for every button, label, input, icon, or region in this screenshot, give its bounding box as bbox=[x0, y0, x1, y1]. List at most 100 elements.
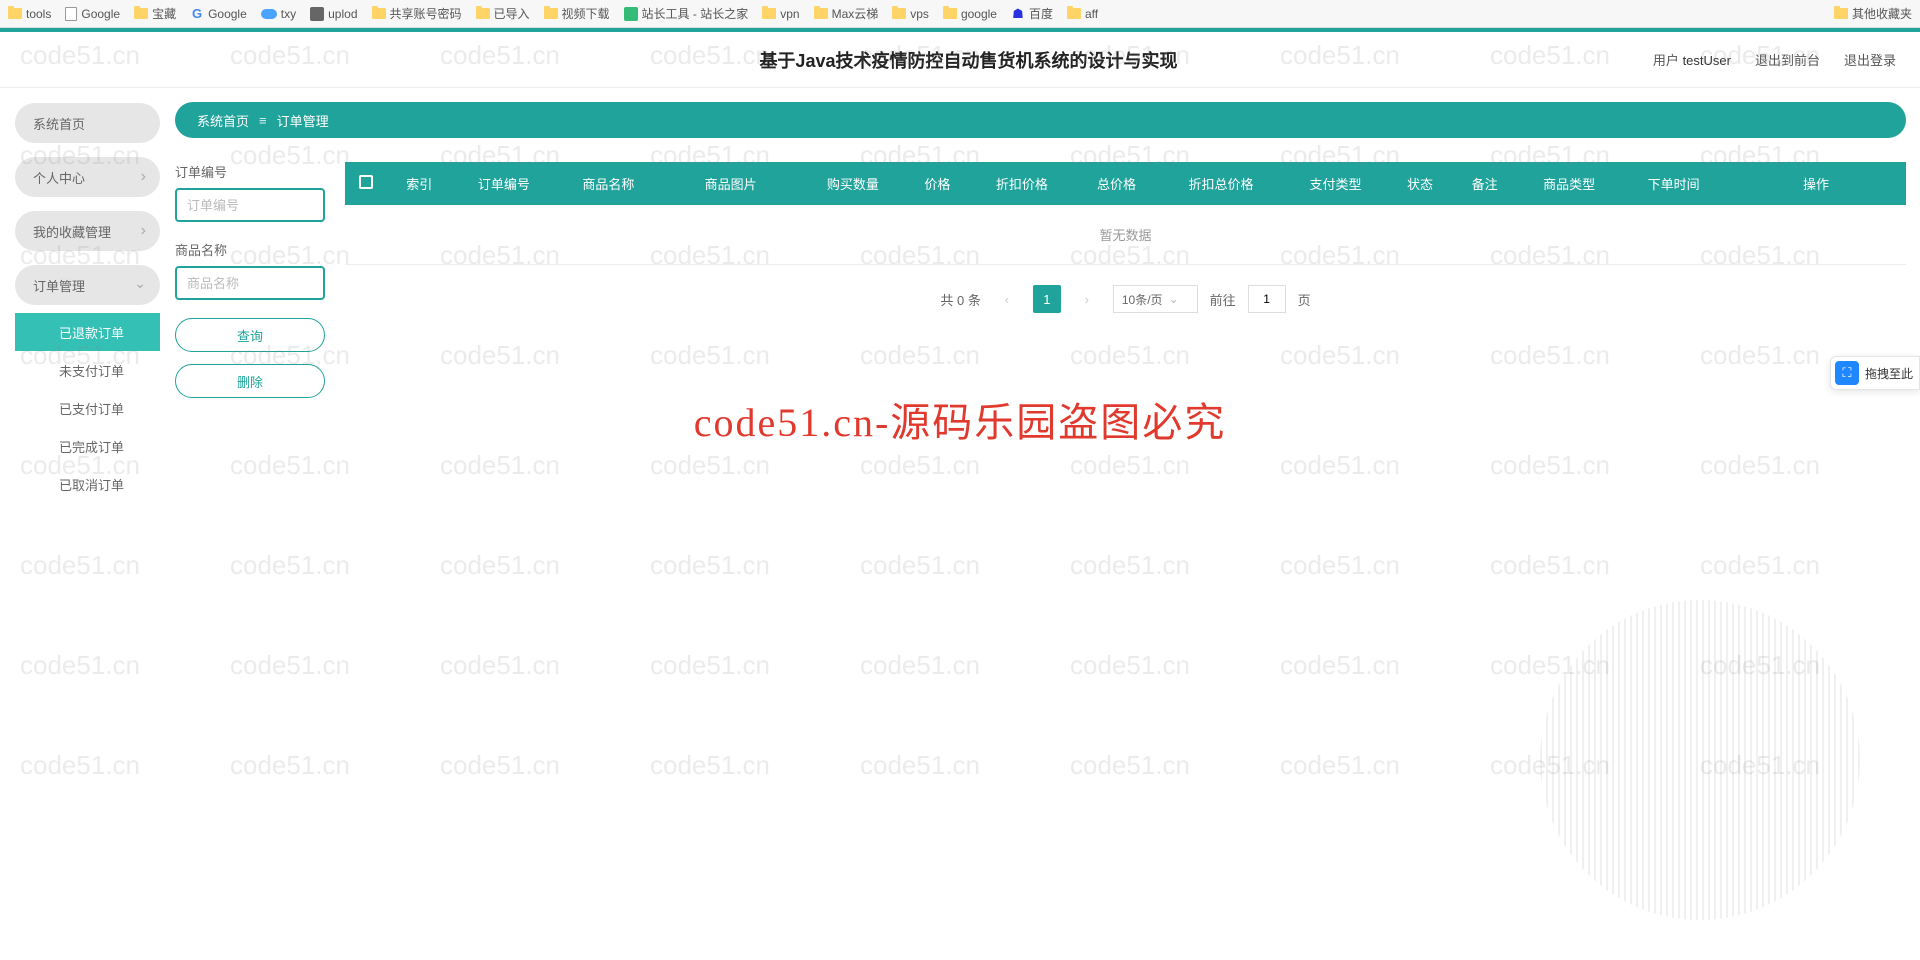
empty-text: 暂无数据 bbox=[345, 205, 1906, 265]
th-pay-type: 支付类型 bbox=[1283, 162, 1388, 205]
main: 系统首页 个人中心 我的收藏管理 订单管理 已退款订单 未支付订单 已支付订单 … bbox=[0, 88, 1920, 960]
folder-icon bbox=[814, 8, 828, 19]
th-product-img: 商品图片 bbox=[661, 162, 801, 205]
sidebar-sub-unpaid[interactable]: 未支付订单 bbox=[15, 351, 160, 389]
folder-icon bbox=[892, 8, 906, 19]
breadcrumb-sep-icon: ≡ bbox=[259, 113, 267, 128]
site-icon bbox=[624, 7, 638, 21]
bookmark-tools[interactable]: tools bbox=[8, 7, 51, 21]
empty-row: 暂无数据 bbox=[345, 205, 1906, 265]
table-body: 暂无数据 bbox=[345, 205, 1906, 265]
th-status: 状态 bbox=[1388, 162, 1453, 205]
content-body: 订单编号 商品名称 查询 删除 索引 订单编号 商品名称 商品图片 bbox=[175, 162, 1906, 410]
bookmark-baidu[interactable]: ☗百度 bbox=[1011, 5, 1053, 22]
upload-icon bbox=[310, 7, 324, 21]
bookmark-share[interactable]: 共享账号密码 bbox=[372, 5, 462, 22]
sidebar-sub-completed[interactable]: 已完成订单 bbox=[15, 427, 160, 465]
bookmark-left: tools Google 宝藏 GGoogle txy uplod 共享账号密码… bbox=[8, 5, 1098, 22]
folder-icon bbox=[943, 8, 957, 19]
folder-icon bbox=[8, 8, 22, 19]
breadcrumb: 系统首页 ≡ 订单管理 bbox=[175, 102, 1906, 138]
sidebar-profile[interactable]: 个人中心 bbox=[15, 157, 160, 197]
bookmark-video[interactable]: 视频下载 bbox=[544, 5, 610, 22]
baidu-icon: ☗ bbox=[1011, 7, 1025, 21]
checkbox-icon bbox=[359, 175, 373, 189]
bookmark-uplod[interactable]: uplod bbox=[310, 7, 357, 21]
user-label: 用户 testUser bbox=[1653, 50, 1731, 69]
order-no-label: 订单编号 bbox=[175, 162, 325, 181]
chevron-down-icon: ⌄ bbox=[1169, 292, 1179, 306]
bookmark-google-page[interactable]: Google bbox=[65, 7, 120, 21]
pg-total: 共 0 条 bbox=[940, 290, 980, 309]
cloud-icon bbox=[261, 9, 277, 19]
pg-size-select[interactable]: 10条/页 ⌄ bbox=[1113, 285, 1198, 313]
sidebar-home[interactable]: 系统首页 bbox=[15, 103, 160, 143]
th-discount-total: 折扣总价格 bbox=[1159, 162, 1284, 205]
bookmark-maxcloud[interactable]: Max云梯 bbox=[814, 5, 879, 22]
breadcrumb-current: 订单管理 bbox=[277, 111, 329, 130]
bookmark-google[interactable]: GGoogle bbox=[190, 7, 247, 21]
to-front-link[interactable]: 退出到前台 bbox=[1755, 50, 1820, 69]
pg-next[interactable]: › bbox=[1073, 285, 1101, 313]
folder-icon bbox=[134, 8, 148, 19]
logout-link[interactable]: 退出登录 bbox=[1844, 50, 1896, 69]
th-index: 索引 bbox=[387, 162, 452, 205]
page-icon bbox=[65, 7, 77, 21]
folder-icon bbox=[476, 8, 490, 19]
product-name-label: 商品名称 bbox=[175, 240, 325, 259]
bookmark-vpn[interactable]: vpn bbox=[762, 7, 799, 21]
th-product-type: 商品类型 bbox=[1517, 162, 1622, 205]
folder-icon bbox=[1067, 8, 1081, 19]
sidebar-sub-refunded[interactable]: 已退款订单 bbox=[15, 313, 160, 351]
sidebar: 系统首页 个人中心 我的收藏管理 订单管理 已退款订单 未支付订单 已支付订单 … bbox=[0, 88, 175, 960]
bookmark-right: 其他收藏夹 bbox=[1834, 5, 1912, 22]
drag-label: 拖拽至此 bbox=[1865, 365, 1913, 382]
pg-prev[interactable]: ‹ bbox=[993, 285, 1021, 313]
filter-column: 订单编号 商品名称 查询 删除 bbox=[175, 162, 325, 410]
pg-goto-suffix: 页 bbox=[1298, 290, 1311, 309]
th-discount-price: 折扣价格 bbox=[970, 162, 1075, 205]
header-right: 用户 testUser 退出到前台 退出登录 bbox=[1653, 50, 1896, 69]
search-button[interactable]: 查询 bbox=[175, 318, 325, 352]
sidebar-sub-paid[interactable]: 已支付订单 bbox=[15, 389, 160, 427]
folder-icon bbox=[762, 8, 776, 19]
sidebar-orders[interactable]: 订单管理 bbox=[15, 265, 160, 305]
app-header: 基于Java技术疫情防控自动售货机系统的设计与实现 用户 testUser 退出… bbox=[0, 32, 1920, 88]
folder-icon bbox=[1834, 8, 1848, 19]
th-product-name: 商品名称 bbox=[556, 162, 661, 205]
bookmark-bar: tools Google 宝藏 GGoogle txy uplod 共享账号密码… bbox=[0, 0, 1920, 28]
pg-current[interactable]: 1 bbox=[1033, 285, 1061, 313]
drag-cube-icon: ⛶ bbox=[1835, 361, 1859, 385]
breadcrumb-root[interactable]: 系统首页 bbox=[197, 111, 249, 130]
app-title: 基于Java技术疫情防控自动售货机系统的设计与实现 bbox=[284, 47, 1653, 73]
pg-goto-prefix: 前往 bbox=[1210, 290, 1236, 309]
product-name-input[interactable] bbox=[175, 266, 325, 300]
th-checkbox[interactable] bbox=[345, 162, 387, 205]
bookmark-aff[interactable]: aff bbox=[1067, 7, 1098, 21]
th-order-time: 下单时间 bbox=[1621, 162, 1726, 205]
bookmark-other[interactable]: 其他收藏夹 bbox=[1834, 5, 1912, 22]
table-area: 索引 订单编号 商品名称 商品图片 购买数量 价格 折扣价格 总价格 折扣总价格… bbox=[345, 162, 1906, 410]
bookmark-google-folder[interactable]: google bbox=[943, 7, 997, 21]
bookmark-txy[interactable]: txy bbox=[261, 7, 296, 21]
drag-widget[interactable]: ⛶ 拖拽至此 bbox=[1830, 356, 1920, 390]
bookmark-vps[interactable]: vps bbox=[892, 7, 929, 21]
th-action: 操作 bbox=[1726, 162, 1906, 205]
sidebar-sub-cancelled[interactable]: 已取消订单 bbox=[15, 465, 160, 503]
order-no-input[interactable] bbox=[175, 188, 325, 222]
delete-button[interactable]: 删除 bbox=[175, 364, 325, 398]
pagination: 共 0 条 ‹ 1 › 10条/页 ⌄ 前往 页 bbox=[345, 285, 1906, 313]
bookmark-zhanzhang[interactable]: 站长工具 - 站长之家 bbox=[624, 5, 749, 22]
table-header: 索引 订单编号 商品名称 商品图片 购买数量 价格 折扣价格 总价格 折扣总价格… bbox=[345, 162, 1906, 205]
bookmark-baozang[interactable]: 宝藏 bbox=[134, 5, 176, 22]
th-qty: 购买数量 bbox=[801, 162, 906, 205]
google-icon: G bbox=[190, 7, 204, 21]
bookmark-imported[interactable]: 已导入 bbox=[476, 5, 530, 22]
th-remark: 备注 bbox=[1452, 162, 1517, 205]
orders-table: 索引 订单编号 商品名称 商品图片 购买数量 价格 折扣价格 总价格 折扣总价格… bbox=[345, 162, 1906, 265]
sidebar-orders-sublist: 已退款订单 未支付订单 已支付订单 已完成订单 已取消订单 bbox=[15, 313, 160, 503]
pg-goto-input[interactable] bbox=[1248, 285, 1286, 313]
sidebar-favorites[interactable]: 我的收藏管理 bbox=[15, 211, 160, 251]
folder-icon bbox=[372, 8, 386, 19]
th-order-no: 订单编号 bbox=[452, 162, 557, 205]
